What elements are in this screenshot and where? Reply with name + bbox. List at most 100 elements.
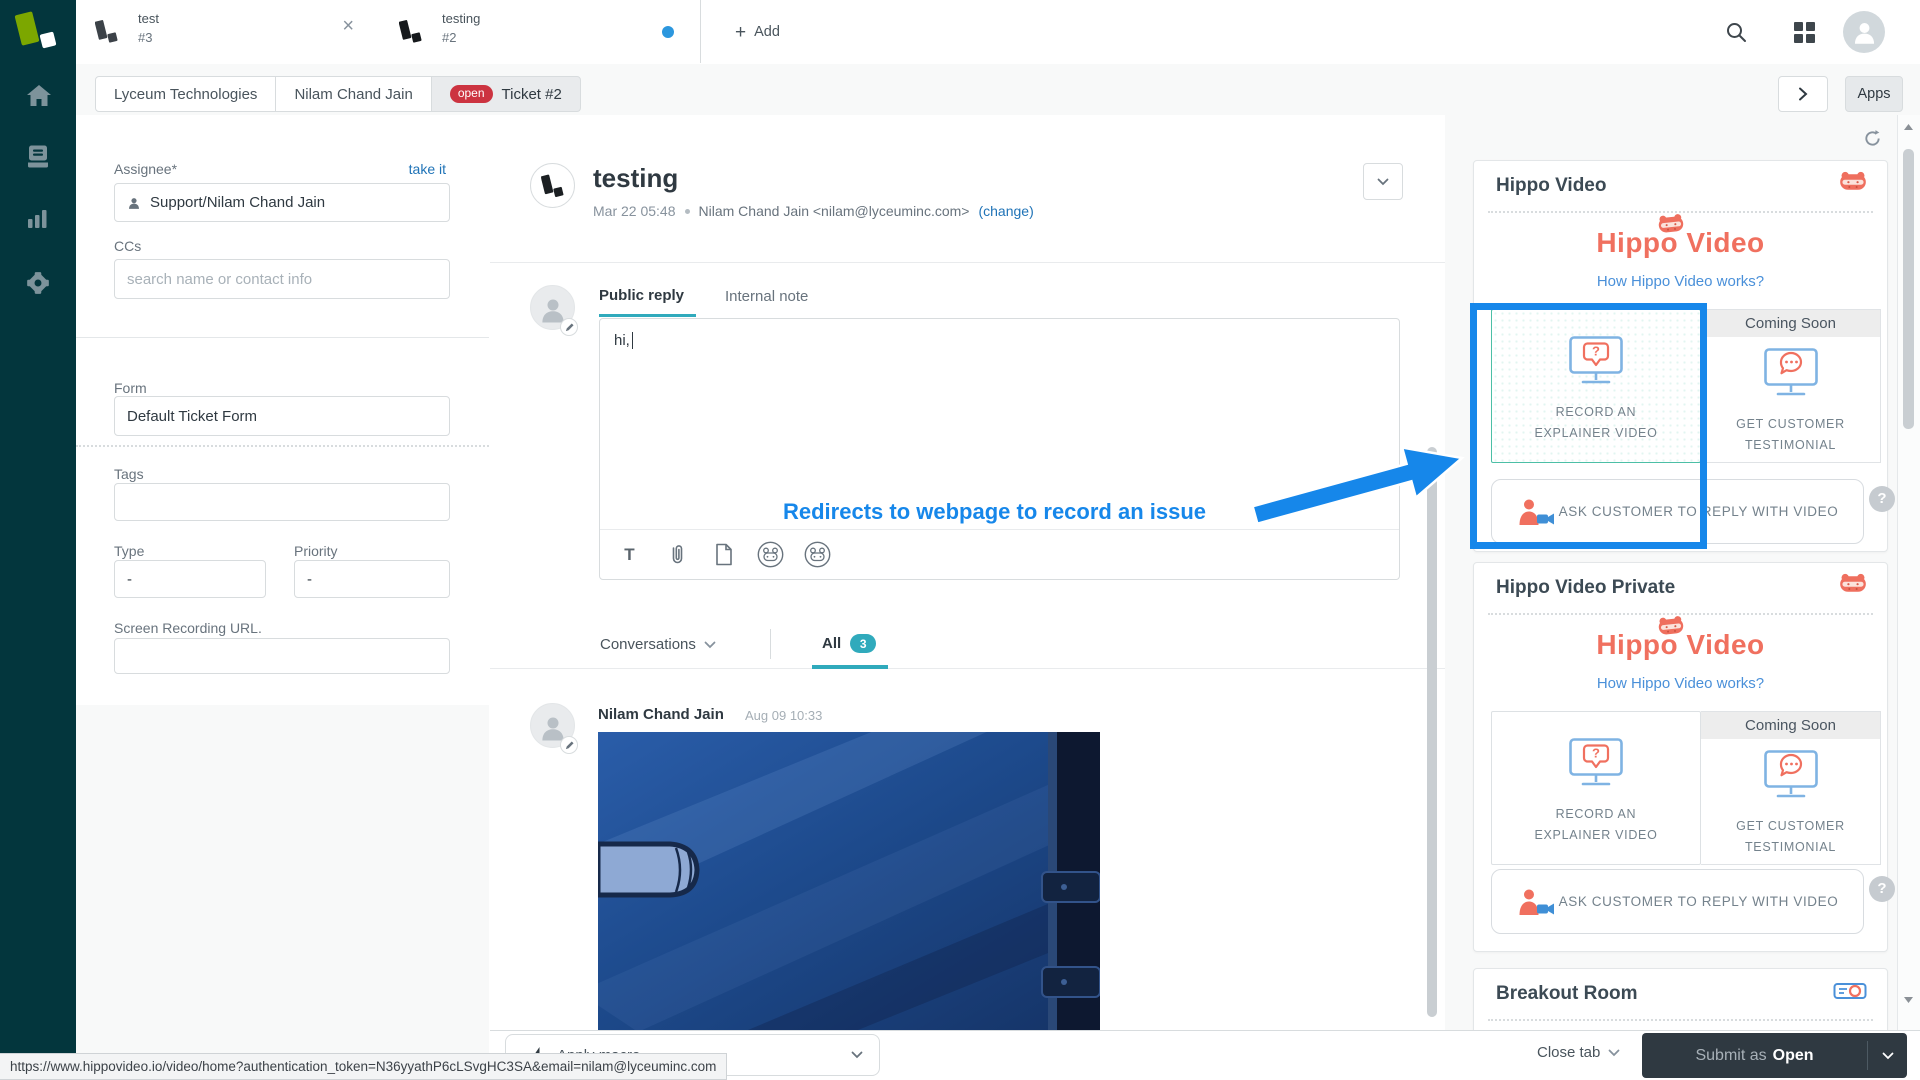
chevron-down-icon bbox=[1882, 1052, 1894, 1060]
scrollbar-thumb[interactable] bbox=[1903, 149, 1914, 429]
sidebar-scrollbar[interactable] bbox=[1897, 115, 1920, 1030]
unsaved-dot-indicator bbox=[662, 26, 674, 38]
tags-label: Tags bbox=[114, 466, 144, 482]
vertical-divider bbox=[770, 629, 771, 659]
ticket-avatar bbox=[530, 163, 575, 208]
priority-select[interactable]: - bbox=[294, 560, 450, 598]
next-ticket-button[interactable] bbox=[1778, 76, 1828, 112]
submit-options-caret[interactable] bbox=[1868, 1033, 1907, 1078]
apps-toggle-button[interactable]: Apps bbox=[1845, 76, 1903, 112]
record-explainer-video-card[interactable]: ? RECORD ANEXPLAINER VIDEO bbox=[1491, 711, 1701, 865]
person-camera-icon bbox=[1516, 498, 1554, 526]
document-icon[interactable] bbox=[710, 541, 737, 568]
tab-number: #2 bbox=[442, 30, 456, 45]
card-label: GET CUSTOMERTESTIMONIAL bbox=[1736, 414, 1845, 456]
ticket-requester: Nilam Chand Jain <nilam@lyceuminc.com> bbox=[699, 203, 970, 219]
ticket-tab-test[interactable]: test #3 × bbox=[76, 0, 381, 63]
settings-gear-icon[interactable] bbox=[25, 270, 53, 296]
apps-grid-icon[interactable] bbox=[1794, 22, 1815, 43]
form-select[interactable]: Default Ticket Form bbox=[114, 396, 450, 436]
top-bar: test #3 × testing #2 + Add bbox=[76, 0, 1920, 65]
add-label: Add bbox=[754, 24, 780, 40]
user-avatar[interactable] bbox=[1843, 11, 1885, 53]
hippo-head-icon bbox=[1656, 615, 1686, 639]
reports-icon[interactable] bbox=[25, 206, 53, 232]
hippo-video-library-icon[interactable] bbox=[804, 541, 831, 568]
record-explainer-video-card[interactable]: ? RECORD ANEXPLAINER VIDEO bbox=[1491, 309, 1701, 463]
how-it-works-link[interactable]: How Hippo Video works? bbox=[1474, 675, 1887, 692]
form-value: Default Ticket Form bbox=[127, 408, 257, 425]
left-nav bbox=[0, 0, 76, 1080]
get-customer-testimonial-card[interactable]: Coming Soon GET CUSTOMERTESTIMONIAL bbox=[1701, 711, 1881, 865]
tab-internal-note[interactable]: Internal note bbox=[725, 288, 808, 305]
ask-customer-reply-video-button[interactable]: ASK CUSTOMER TO REPLY WITH VIDEO bbox=[1491, 869, 1864, 934]
ccs-input[interactable] bbox=[114, 259, 450, 299]
close-tab-dropdown[interactable]: Close tab bbox=[1537, 1044, 1620, 1061]
tab-title: testing bbox=[442, 11, 480, 26]
button-label: ASK CUSTOMER TO REPLY WITH VIDEO bbox=[1554, 504, 1863, 519]
card-label: GET CUSTOMERTESTIMONIAL bbox=[1736, 816, 1845, 858]
close-tab-icon[interactable]: × bbox=[342, 16, 354, 36]
search-icon[interactable] bbox=[1725, 21, 1747, 43]
screen-recording-url-input[interactable] bbox=[114, 638, 450, 674]
ticket-tab-testing[interactable]: testing #2 bbox=[380, 0, 701, 63]
ask-customer-reply-video-button[interactable]: ASK CUSTOMER TO REPLY WITH VIDEO bbox=[1491, 479, 1864, 544]
ticket-tab-icon bbox=[95, 18, 119, 45]
breadcrumb-ticket[interactable]: open Ticket #2 bbox=[431, 76, 581, 112]
home-icon[interactable] bbox=[25, 83, 53, 109]
change-requester-link[interactable]: (change) bbox=[978, 203, 1033, 219]
ticket-title: testing bbox=[593, 163, 678, 194]
collapse-header-button[interactable] bbox=[1363, 163, 1403, 200]
chevron-right-icon bbox=[1798, 87, 1808, 101]
views-icon[interactable] bbox=[25, 143, 53, 169]
breadcrumb-org[interactable]: Lyceum Technologies bbox=[95, 76, 276, 112]
refresh-apps-icon[interactable] bbox=[1863, 129, 1882, 148]
card-label: RECORD ANEXPLAINER VIDEO bbox=[1534, 804, 1657, 846]
scroll-down-icon[interactable] bbox=[1903, 996, 1914, 1004]
person-icon bbox=[127, 196, 141, 210]
ccs-label: CCs bbox=[114, 238, 141, 254]
text-format-icon[interactable]: T bbox=[616, 541, 643, 568]
zendesk-logo-icon[interactable] bbox=[13, 8, 63, 58]
tags-input[interactable] bbox=[114, 483, 450, 521]
conversations-dropdown[interactable]: Conversations bbox=[600, 636, 716, 653]
submit-button-group: Submit as Open bbox=[1642, 1033, 1907, 1078]
ticket-timestamp: Mar 22 05:48 bbox=[593, 203, 676, 219]
logo-shape-white bbox=[40, 32, 57, 49]
person-camera-icon bbox=[1516, 888, 1554, 916]
message-image-attachment[interactable] bbox=[598, 732, 1100, 1030]
hippo-video-private-panel: Hippo Video Private Hippo Video How Hipp… bbox=[1473, 562, 1888, 952]
agent-badge-icon bbox=[560, 736, 578, 754]
screen-recording-url-label: Screen Recording URL. bbox=[114, 620, 262, 636]
hippo-video-logo: Hippo Video bbox=[1474, 629, 1887, 661]
ticket-subtitle: Mar 22 05:48 Nilam Chand Jain <nilam@lyc… bbox=[593, 203, 1034, 219]
help-icon[interactable]: ? bbox=[1869, 486, 1895, 512]
panel-title: Hippo Video bbox=[1496, 175, 1606, 197]
submit-as-open-button[interactable]: Submit as Open bbox=[1642, 1033, 1867, 1078]
apps-sidebar: Hippo Video Hippo Video How Hippo Video … bbox=[1445, 115, 1897, 1030]
type-select[interactable]: - bbox=[114, 560, 266, 598]
hippo-video-record-icon[interactable] bbox=[757, 541, 784, 568]
dotted-divider bbox=[1488, 1019, 1873, 1021]
help-icon[interactable]: ? bbox=[1869, 876, 1895, 902]
breadcrumb-requester[interactable]: Nilam Chand Jain bbox=[275, 76, 431, 112]
monitor-question-icon: ? bbox=[1566, 736, 1626, 788]
get-customer-testimonial-card[interactable]: Coming Soon GET CUSTOMERTESTIMONIAL bbox=[1701, 309, 1881, 463]
add-tab-button[interactable]: + Add bbox=[735, 17, 780, 47]
take-it-link[interactable]: take it bbox=[409, 161, 446, 177]
chevron-down-icon bbox=[851, 1051, 863, 1059]
section-divider bbox=[76, 337, 489, 338]
assignee-field[interactable]: Support/Nilam Chand Jain bbox=[114, 183, 450, 222]
attachment-paperclip-icon[interactable] bbox=[663, 541, 690, 568]
plus-icon: + bbox=[735, 23, 746, 42]
annotation-arrow bbox=[1240, 440, 1475, 550]
brand-glyph-icon bbox=[541, 173, 565, 199]
hippo-head-icon bbox=[1656, 213, 1686, 237]
monitor-chat-icon bbox=[1761, 748, 1821, 800]
how-it-works-link[interactable]: How Hippo Video works? bbox=[1474, 273, 1887, 290]
tab-public-reply[interactable]: Public reply bbox=[599, 287, 684, 304]
scroll-up-icon[interactable] bbox=[1903, 123, 1914, 131]
chevron-down-icon bbox=[1377, 178, 1389, 186]
tab-number: #3 bbox=[138, 30, 152, 45]
filter-tab-all[interactable]: All 3 bbox=[822, 634, 876, 653]
